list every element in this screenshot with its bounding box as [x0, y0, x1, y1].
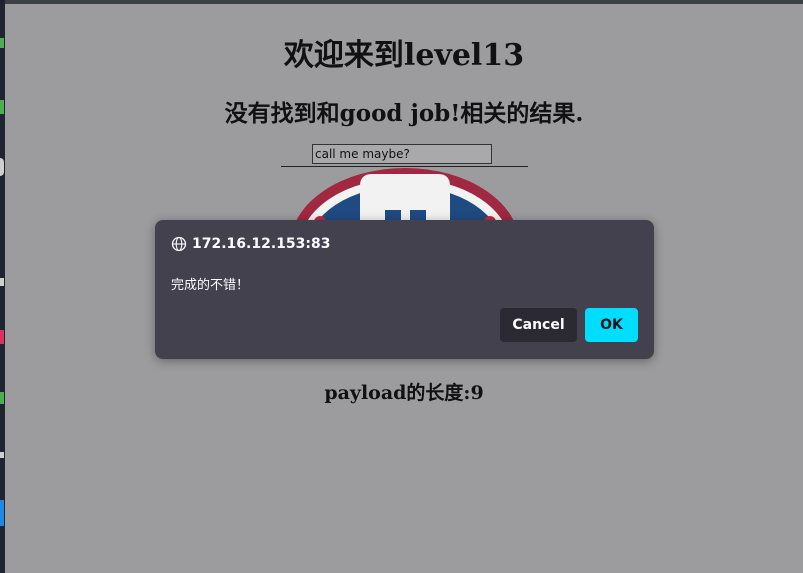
dialog-message: 完成的不错！	[171, 278, 250, 293]
dialog-origin-text: 172.16.12.153:83	[192, 236, 331, 252]
strip-mark	[0, 158, 4, 176]
dialog-origin: 172.16.12.153:83	[171, 236, 330, 252]
alert-dialog: 172.16.12.153:83 完成的不错！ Cancel OK	[155, 220, 654, 359]
logo-image	[290, 166, 520, 226]
strip-mark	[0, 100, 4, 114]
strip-mark	[0, 278, 4, 286]
search-result-message: 没有找到和good job!相关的结果.	[224, 100, 584, 127]
search-input[interactable]: call me maybe?	[312, 144, 492, 164]
strip-mark	[0, 330, 4, 344]
payload-length-text: payload的长度:9	[324, 382, 484, 404]
ok-button[interactable]: OK	[585, 308, 638, 342]
page-title: 欢迎来到level13	[283, 38, 525, 73]
cancel-button[interactable]: Cancel	[500, 308, 577, 342]
strip-mark	[0, 452, 4, 458]
globe-icon	[171, 236, 187, 252]
strip-mark	[0, 500, 4, 526]
strip-mark	[0, 38, 4, 48]
strip-mark	[0, 392, 4, 404]
